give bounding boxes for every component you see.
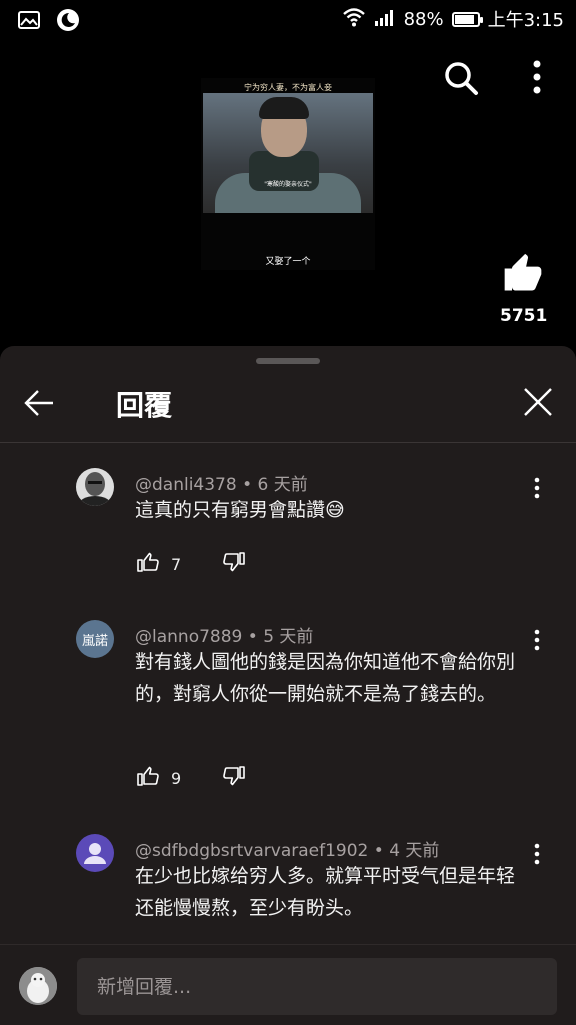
back-arrow-icon[interactable]: [22, 386, 56, 424]
sheet-header: 回覆: [0, 366, 576, 443]
reply-sheet: 回覆 @danli4378 • 6 天前 這真的只有窮男會點讚😅 7 嵐諾 @l…: [0, 346, 576, 1024]
more-vert-icon[interactable]: [530, 628, 544, 656]
thumbnail-image: "寒酸的娶亲仪式": [203, 93, 373, 213]
thumbnail-subtitle: 又娶了一个: [265, 257, 311, 267]
thumb-up-icon: [501, 253, 545, 300]
more-vert-icon[interactable]: [530, 476, 544, 504]
comment-text: 這真的只有窮男會點讚😅: [135, 499, 345, 521]
my-avatar: [19, 967, 57, 1005]
dislike-outline-icon[interactable]: [221, 764, 247, 792]
like-outline-icon[interactable]: [135, 550, 161, 578]
video-thumbnail[interactable]: 宁为穷人妻，不为富人妾 "寒酸的娶亲仪式" 又娶了一个: [201, 78, 375, 270]
thumbnail-inner-caption: "寒酸的娶亲仪式": [264, 181, 312, 188]
comment-meta[interactable]: @lanno7889 • 5 天前: [135, 622, 313, 647]
battery-fill: [454, 14, 474, 24]
like-button[interactable]: 5751: [500, 252, 548, 326]
clock: 上午3:15: [487, 10, 564, 31]
dislike-outline-icon[interactable]: [221, 550, 247, 578]
comment-text: 對有錢人圖他的錢是因為你知道他不會給你別的，對窮人你從一開始就不是為了錢去的。: [135, 651, 516, 705]
like-outline-icon[interactable]: [135, 764, 161, 792]
comment-actions: 7: [135, 550, 247, 578]
avatar[interactable]: [76, 468, 114, 506]
comment-text: 在少也比嫁给穷人多。就算平时受气但是年轻还能慢慢熬，至少有盼头。: [135, 865, 516, 919]
battery-percent: 88%: [403, 8, 444, 30]
comment-meta[interactable]: @danli4378 • 6 天前: [135, 470, 308, 495]
more-vert-icon[interactable]: [530, 60, 544, 100]
signal-icon: [374, 8, 396, 31]
thumbnail-top-text: 宁为穷人妻，不为富人妾: [244, 83, 332, 92]
reply-input[interactable]: [77, 958, 557, 1015]
comment-actions: 9: [135, 764, 247, 792]
like-count: 5751: [500, 306, 548, 326]
avatar[interactable]: 嵐諾: [76, 620, 114, 658]
gallery-icon: [18, 11, 40, 33]
like-count: 7: [171, 554, 182, 574]
sheet-title: 回覆: [116, 389, 173, 422]
moon-icon: [56, 8, 80, 36]
video-player[interactable]: 宁为穷人妻，不为富人妾 "寒酸的娶亲仪式" 又娶了一个 5751: [0, 40, 576, 346]
search-icon[interactable]: [443, 60, 479, 100]
wifi-icon: [342, 7, 366, 32]
person-hair: [259, 97, 309, 119]
drag-handle[interactable]: [256, 358, 320, 364]
battery-icon: [451, 11, 483, 27]
reply-bar: [0, 944, 576, 1025]
like-count: 9: [171, 768, 182, 788]
comment-meta[interactable]: @sdfbdgbsrtvarvaraef1902 • 4 天前: [135, 836, 439, 861]
more-vert-icon[interactable]: [530, 842, 544, 870]
status-bar: 88% 上午3:15: [0, 0, 576, 40]
avatar[interactable]: [76, 834, 114, 872]
avatar-text: 嵐諾: [81, 633, 108, 649]
close-icon[interactable]: [522, 386, 554, 422]
